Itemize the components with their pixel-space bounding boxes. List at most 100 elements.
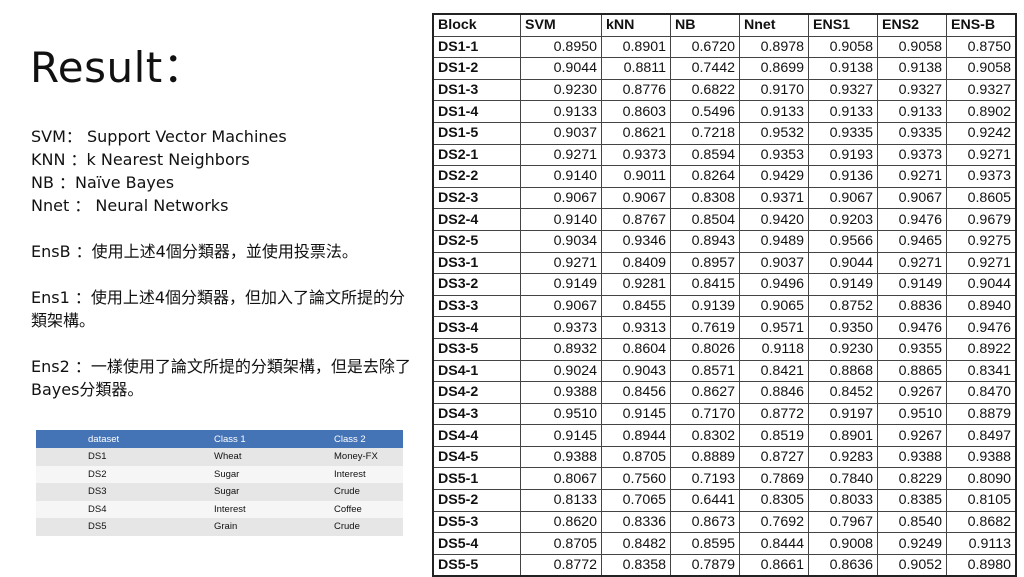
results-cell-ens2: 0.9476 bbox=[877, 208, 947, 231]
results-cell-ensb: 0.8940 bbox=[946, 294, 1017, 318]
results-cell-nnet: 0.9118 bbox=[739, 337, 809, 361]
results-cell-nnet: 0.9496 bbox=[739, 273, 809, 296]
slide-title: Result： bbox=[30, 43, 206, 92]
results-cell-block: DS2-5 bbox=[432, 229, 521, 253]
results-cell-ens1: 0.9008 bbox=[808, 532, 878, 555]
results-table-row: DS4-5 0.9388 0.8705 0.8889 0.8727 0.9283 0.938… bbox=[432, 445, 1017, 469]
results-cell-knn: 0.8621 bbox=[601, 121, 671, 145]
results-cell-nb: 0.8302 bbox=[670, 424, 740, 447]
dataset-table-row: DS1 Wheat Money-FX bbox=[36, 448, 403, 466]
definition-svm: SVM： Support Vector Machines bbox=[31, 127, 287, 146]
results-cell-knn: 0.7560 bbox=[601, 467, 671, 491]
results-cell-knn: 0.9011 bbox=[601, 165, 671, 188]
results-table-row: DS2-1 0.9271 0.9373 0.8594 0.9353 0.9193 0.937… bbox=[432, 143, 1017, 167]
results-cell-ens2: 0.9133 bbox=[877, 100, 947, 123]
results-cell-ensb: 0.8341 bbox=[946, 359, 1017, 383]
results-cell-block: DS1-4 bbox=[432, 100, 521, 123]
results-table-row: DS2-5 0.9034 0.9346 0.8943 0.9489 0.9566 0.946… bbox=[432, 229, 1017, 253]
results-cell-nnet: 0.9133 bbox=[739, 100, 809, 123]
definitions-block: SVM： Support Vector Machines KNN ：k Near… bbox=[31, 125, 421, 401]
results-cell-ens1: 0.9136 bbox=[808, 165, 878, 188]
results-cell-nb: 0.7193 bbox=[670, 467, 740, 491]
dataset-cell-name: DS5 bbox=[36, 518, 206, 536]
results-cell-knn: 0.8482 bbox=[601, 532, 671, 555]
results-cell-ensb: 0.8750 bbox=[946, 35, 1017, 59]
results-cell-ens2: 0.9271 bbox=[877, 251, 947, 275]
results-table-row: DS5-2 0.8133 0.7065 0.6441 0.8305 0.8033 0.838… bbox=[432, 489, 1017, 512]
dataset-table-row: DS5 Grain Crude bbox=[36, 518, 403, 536]
dataset-header-class2: Class 2 bbox=[326, 430, 403, 448]
results-cell-ens1: 0.9138 bbox=[808, 57, 878, 80]
definition-knn: KNN ：k Nearest Neighbors bbox=[31, 150, 250, 169]
definition-nnet: Nnet ： Neural Networks bbox=[31, 196, 229, 215]
results-cell-knn: 0.7065 bbox=[601, 489, 671, 512]
dataset-cell-name: DS2 bbox=[36, 465, 206, 483]
dataset-cell-class2: Crude bbox=[326, 518, 403, 536]
results-cell-ensb: 0.9058 bbox=[946, 57, 1017, 80]
results-cell-ens1: 0.7840 bbox=[808, 467, 878, 491]
results-table-row: DS3-5 0.8932 0.8604 0.8026 0.9118 0.9230 0.935… bbox=[432, 337, 1017, 361]
results-cell-svm: 0.9145 bbox=[520, 424, 602, 447]
results-cell-ens1: 0.9197 bbox=[808, 402, 878, 426]
dataset-cell-class1: Sugar bbox=[206, 465, 326, 483]
results-cell-svm: 0.9044 bbox=[520, 57, 602, 80]
results-cell-ensb: 0.9373 bbox=[946, 165, 1017, 188]
results-cell-knn: 0.8767 bbox=[601, 208, 671, 231]
results-cell-ensb: 0.8922 bbox=[946, 337, 1017, 361]
note-ensb: EnsB ：使用上述4個分類器，並使用投票法。 bbox=[31, 242, 358, 261]
results-table-row: DS3-3 0.9067 0.8455 0.9139 0.9065 0.8752 0.883… bbox=[432, 294, 1017, 318]
dataset-cell-name: DS3 bbox=[36, 483, 206, 501]
results-cell-svm: 0.9037 bbox=[520, 121, 602, 145]
results-cell-svm: 0.9034 bbox=[520, 229, 602, 253]
results-cell-svm: 0.8772 bbox=[520, 553, 602, 577]
results-cell-nb: 0.8264 bbox=[670, 165, 740, 188]
results-cell-knn: 0.8456 bbox=[601, 381, 671, 404]
results-cell-svm: 0.8932 bbox=[520, 337, 602, 361]
results-cell-ens2: 0.9327 bbox=[877, 78, 947, 102]
dataset-cell-class2: Crude bbox=[326, 483, 403, 501]
results-cell-ens2: 0.9052 bbox=[877, 553, 947, 577]
results-cell-nnet: 0.9065 bbox=[739, 294, 809, 318]
results-cell-nb: 0.7879 bbox=[670, 553, 740, 577]
results-header-block: Block bbox=[432, 13, 521, 37]
results-cell-ensb: 0.9679 bbox=[946, 208, 1017, 231]
results-cell-ensb: 0.8682 bbox=[946, 510, 1017, 534]
dataset-cell-class1: Grain bbox=[206, 518, 326, 536]
results-cell-block: DS5-3 bbox=[432, 510, 521, 534]
results-cell-ensb: 0.9044 bbox=[946, 273, 1017, 296]
results-table-header: Block SVM kNN NB Nnet ENS1 ENS2 ENS-B bbox=[432, 13, 1017, 37]
results-cell-knn: 0.8336 bbox=[601, 510, 671, 534]
results-header-knn: kNN bbox=[601, 13, 671, 37]
results-cell-block: DS2-3 bbox=[432, 186, 521, 210]
results-header-ens2: ENS2 bbox=[877, 13, 947, 37]
results-table-row: DS1-4 0.9133 0.8603 0.5496 0.9133 0.9133 0.913… bbox=[432, 100, 1017, 123]
results-cell-block: DS5-4 bbox=[432, 532, 521, 555]
results-cell-ens1: 0.9193 bbox=[808, 143, 878, 167]
results-cell-nnet: 0.9420 bbox=[739, 208, 809, 231]
results-cell-ensb: 0.9476 bbox=[946, 316, 1017, 339]
results-cell-ens1: 0.9566 bbox=[808, 229, 878, 253]
results-cell-ens2: 0.9267 bbox=[877, 424, 947, 447]
results-header-nb: NB bbox=[670, 13, 740, 37]
results-cell-svm: 0.9140 bbox=[520, 208, 602, 231]
results-cell-knn: 0.9145 bbox=[601, 402, 671, 426]
dataset-table-header: dataset Class 1 Class 2 bbox=[36, 430, 403, 448]
dataset-cell-class1: Sugar bbox=[206, 483, 326, 501]
results-cell-nnet: 0.8421 bbox=[739, 359, 809, 383]
results-cell-block: DS5-5 bbox=[432, 553, 521, 577]
results-cell-ensb: 0.8470 bbox=[946, 381, 1017, 404]
results-cell-nnet: 0.9353 bbox=[739, 143, 809, 167]
results-cell-svm: 0.9133 bbox=[520, 100, 602, 123]
dataset-cell-class2: Coffee bbox=[326, 500, 403, 518]
results-cell-svm: 0.8620 bbox=[520, 510, 602, 534]
dataset-table-row: DS4 Interest Coffee bbox=[36, 500, 403, 518]
results-cell-ens1: 0.9149 bbox=[808, 273, 878, 296]
dataset-table-row: DS3 Sugar Crude bbox=[36, 483, 403, 501]
results-cell-nb: 0.8627 bbox=[670, 381, 740, 404]
results-cell-knn: 0.9067 bbox=[601, 186, 671, 210]
results-table-row: DS1-5 0.9037 0.8621 0.7218 0.9532 0.9335 0.933… bbox=[432, 121, 1017, 145]
results-cell-nnet: 0.9371 bbox=[739, 186, 809, 210]
results-cell-nnet: 0.9571 bbox=[739, 316, 809, 339]
dataset-cell-class1: Wheat bbox=[206, 448, 326, 466]
results-cell-nb: 0.7619 bbox=[670, 316, 740, 339]
